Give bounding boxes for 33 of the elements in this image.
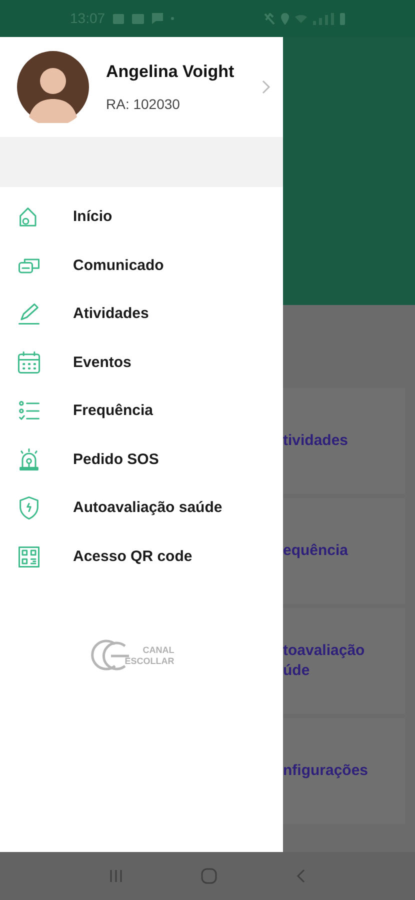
profile-header[interactable]: Angelina Voight RA: 102030 — [0, 37, 283, 137]
recent-apps-icon[interactable] — [109, 869, 124, 883]
menu-item[interactable]: Atividades — [0, 290, 283, 338]
pencil-icon — [16, 301, 42, 328]
avatar-icon — [17, 51, 89, 123]
menu-item[interactable]: Início — [0, 193, 283, 242]
dot-icon — [171, 17, 174, 20]
qr-code-icon — [16, 544, 42, 570]
signal-icon — [313, 12, 334, 24]
logo-text: CANAL — [142, 645, 174, 656]
card-title: tividades — [283, 431, 350, 451]
card-title: nfigurações — [283, 761, 370, 781]
card-title: equência — [283, 541, 350, 561]
menu-item[interactable]: Comunicado — [0, 242, 283, 290]
calendar-icon — [16, 350, 42, 376]
back-icon[interactable] — [296, 869, 306, 883]
chat-bubble-icon — [152, 13, 164, 24]
battery-icon — [340, 12, 345, 24]
wifi-icon — [295, 14, 307, 22]
menu-item[interactable]: Acesso QR code — [0, 532, 283, 581]
card-title: toavaliação — [283, 641, 366, 661]
logo-text: ESCOLLAR — [124, 656, 174, 667]
mute-icon — [264, 12, 275, 24]
menu-item[interactable]: Frequência — [0, 387, 283, 436]
student-id: RA: 102030 — [106, 95, 181, 114]
menu-item[interactable]: Pedido SOS — [0, 436, 283, 484]
home-button-icon[interactable] — [201, 868, 218, 884]
chevron-right-icon — [261, 79, 271, 95]
menu-item[interactable]: Autoavaliação saúde — [0, 484, 283, 532]
location-icon — [281, 12, 289, 24]
user-name: Angelina Voight — [106, 60, 236, 83]
card-title: úde — [283, 661, 311, 681]
menu-item[interactable]: Eventos — [0, 338, 283, 387]
